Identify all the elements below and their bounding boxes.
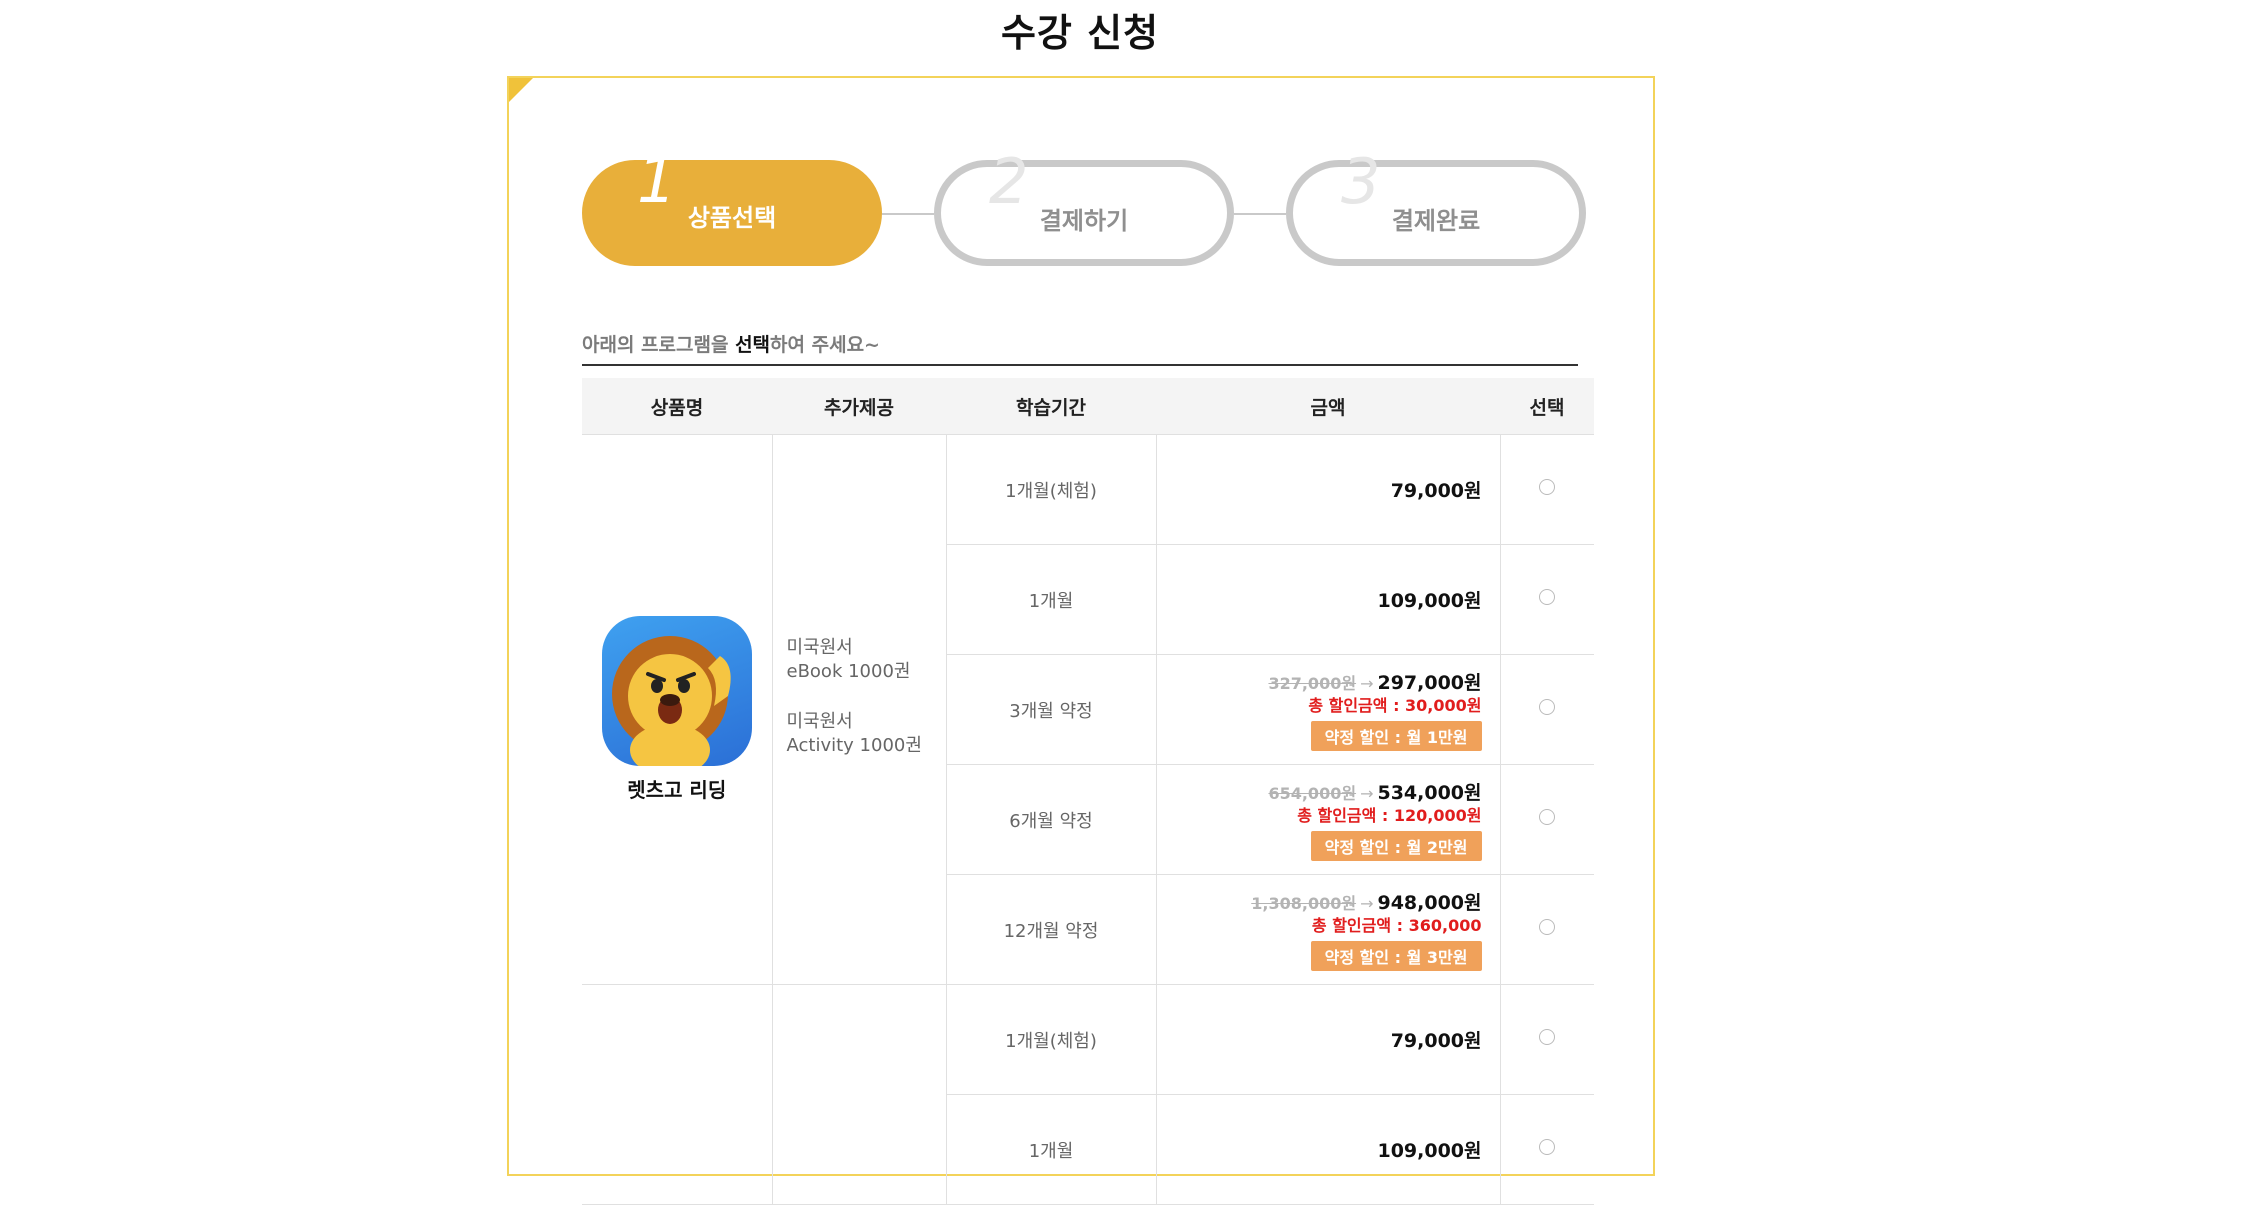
frame-corner-decoration [509,78,533,102]
discount-badge: 약정 할인 : 월 3만원 [1310,941,1482,971]
arrow-right-icon: → [1360,674,1374,693]
select-radio[interactable] [1539,919,1556,935]
period-cell: 1개월(체험) [945,984,1157,1095]
extra-line: Activity 1000권 [786,734,922,756]
period-cell: 12개월 약정 [946,874,1157,985]
select-cell [1499,764,1594,875]
select-radio[interactable] [1539,589,1556,605]
product-cell: 렛츠고 리딩 [582,434,773,985]
select-radio[interactable] [1539,809,1556,825]
period-cell: 1개월(체험) [945,434,1157,545]
step-2-label: 결제하기 [1039,207,1129,235]
instruction-suffix: 하여 주세요~ [770,334,880,356]
arrow-right-icon: → [1360,784,1374,803]
select-cell [1499,1094,1594,1205]
header-period: 학습기간 [946,378,1156,435]
discount-total: 총 할인금액 : 120,000원 [1297,806,1482,825]
original-price: 654,000원 [1268,784,1357,803]
header-extras: 추가제공 [772,378,946,435]
select-cell [1499,434,1594,545]
header-select: 선택 [1500,378,1594,435]
select-cell [1499,654,1594,765]
discount-total: 총 할인금액 : 30,000원 [1308,696,1482,715]
discount-total: 총 할인금액 : 360,000 [1311,916,1482,935]
price-cell: 654,000원 → 534,000원 총 할인금액 : 120,000원 약정 할… [1155,764,1501,875]
select-radio[interactable] [1539,479,1556,495]
select-cell [1499,874,1594,985]
price-cell: 1,308,000원 → 948,000원 총 할인금액 : 360,000 약정 … [1155,874,1501,985]
extra-ebook: 미국원서 eBook 1000권 [787,636,946,684]
price-cell: 79,000원 [1155,434,1501,545]
select-radio[interactable] [1539,1139,1556,1155]
extra-line: 미국원서 [786,710,853,732]
price: 948,000원 [1377,892,1482,914]
extras-cell: 미국원서 eBook 1000권 미국원서 Activity 1000권 [771,434,947,985]
arrow-right-icon: → [1360,894,1374,913]
original-price: 1,308,000원 [1251,894,1357,913]
discount-badge: 약정 할인 : 월 2만원 [1310,831,1482,861]
discount-badge: 약정 할인 : 월 1만원 [1310,721,1482,751]
extra-line: eBook 1000권 [786,660,911,682]
page-title: 수강 신청 [1000,11,1160,55]
step-connector [1234,213,1286,215]
step-2: 2 결제하기 [934,151,1234,266]
price-cell: 79,000원 [1155,984,1501,1095]
select-radio[interactable] [1539,699,1556,715]
application-frame: 1 상품선택 2 결제하기 3 결제완료 아래의 프로그램을 선택하여 주세요~… [507,76,1655,1205]
step-connector [882,213,934,215]
product-table: 상품명 추가제공 학습기간 금액 선택 렛츠고 리딩 미국원서 eBook 10… [582,378,1594,1205]
step-1-label: 상품선택 [687,204,777,232]
instruction-text: 아래의 프로그램을 선택하여 주세요~ [582,330,1578,366]
price: 79,000원 [1390,1030,1482,1052]
select-radio[interactable] [1539,1029,1556,1045]
product-name: 렛츠고 리딩 [627,778,727,802]
price-cell: 327,000원 → 297,000원 총 할인금액 : 30,000원 약정 할인… [1155,654,1501,765]
step-1: 1 상품선택 [582,150,882,266]
instruction-prefix: 아래의 프로그램을 [582,334,736,356]
header-product: 상품명 [582,378,772,435]
table-row: 1개월(체험) 79,000원 [582,984,1594,1205]
extra-line: 미국원서 [786,636,853,658]
instruction-highlight: 선택 [735,334,771,356]
period-cell: 1개월 [946,544,1157,655]
lion-mascot-icon [601,616,752,766]
period-cell: 6개월 약정 [946,764,1157,875]
select-cell [1499,544,1594,655]
select-cell [1499,984,1594,1095]
price: 297,000원 [1377,672,1482,694]
header-price: 금액 [1156,378,1500,435]
extras-cell [771,984,947,1205]
step-3-label: 결제완료 [1391,207,1481,235]
step-3: 3 결제완료 [1286,151,1586,266]
step-indicator: 1 상품선택 2 결제하기 3 결제완료 [582,150,1586,266]
product-cell [582,984,773,1205]
table-header-row: 상품명 추가제공 학습기간 금액 선택 [582,378,1594,435]
period-cell: 3개월 약정 [946,654,1157,765]
price-cell: 109,000원 [1155,1094,1501,1205]
price: 109,000원 [1377,1140,1482,1162]
price: 79,000원 [1390,480,1482,502]
period-cell: 1개월 [946,1094,1157,1205]
price: 534,000원 [1377,782,1482,804]
extra-activity: 미국원서 Activity 1000권 [787,710,946,758]
original-price: 327,000원 [1268,674,1357,693]
table-row: 렛츠고 리딩 미국원서 eBook 1000권 미국원서 Activity 10… [582,434,1594,985]
price-cell: 109,000원 [1155,544,1501,655]
price: 109,000원 [1377,590,1482,612]
